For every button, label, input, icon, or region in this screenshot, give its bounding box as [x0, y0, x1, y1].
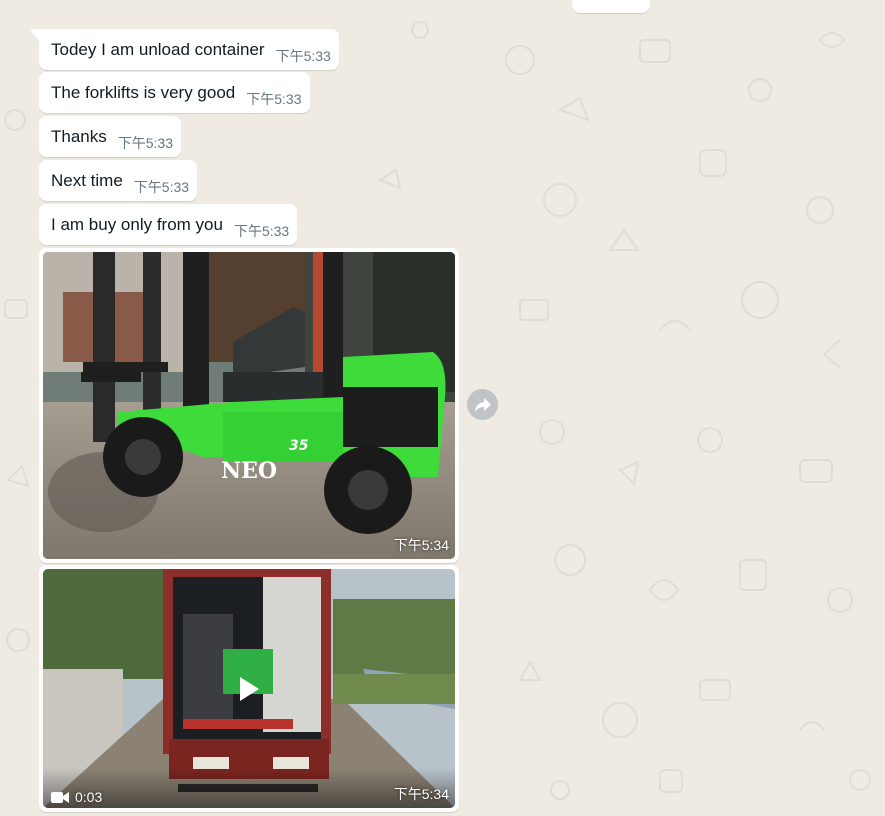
message-time: 下午5:33	[133, 178, 190, 195]
message-time: 下午5:33	[233, 222, 290, 239]
video-duration: 0:03	[51, 789, 102, 805]
image-message[interactable]: NEO 35 下午5:34	[39, 248, 459, 563]
forward-button[interactable]	[467, 389, 498, 420]
message-text: I am buy only from you	[51, 214, 223, 234]
previous-message-bubble	[572, 0, 650, 13]
message-bubble[interactable]: The forklifts is very good 下午5:33	[39, 72, 310, 113]
video-camera-icon	[51, 791, 69, 803]
message-time: 下午5:33	[117, 134, 173, 151]
message-bubble[interactable]: Next time 下午5:33	[39, 160, 198, 201]
message-time: 下午5:33	[275, 47, 331, 64]
message-text: Next time	[51, 170, 123, 190]
message-text: Todey I am unload container	[51, 39, 265, 59]
message-time: 下午5:33	[246, 90, 302, 107]
video-time: 下午5:34	[393, 786, 449, 802]
message-bubble[interactable]: I am buy only from you 下午5:33	[39, 204, 298, 245]
video-message[interactable]: 0:03 下午5:34	[39, 565, 459, 812]
message-bubble[interactable]: Todey I am unload container 下午5:33	[31, 29, 339, 70]
message-text: The forklifts is very good	[51, 82, 236, 102]
bubble-tail	[31, 29, 39, 41]
brand-decal: NEO	[221, 458, 277, 484]
play-icon	[240, 677, 259, 701]
duration-text: 0:03	[75, 789, 103, 805]
forward-arrow-icon	[474, 397, 491, 412]
forklift-photo[interactable]: NEO 35	[43, 252, 455, 559]
play-button[interactable]	[229, 669, 269, 709]
message-text: Thanks	[51, 126, 107, 146]
model-decal: 35	[289, 438, 309, 454]
image-time: 下午5:34	[393, 537, 449, 553]
message-bubble[interactable]: Thanks 下午5:33	[39, 116, 181, 157]
